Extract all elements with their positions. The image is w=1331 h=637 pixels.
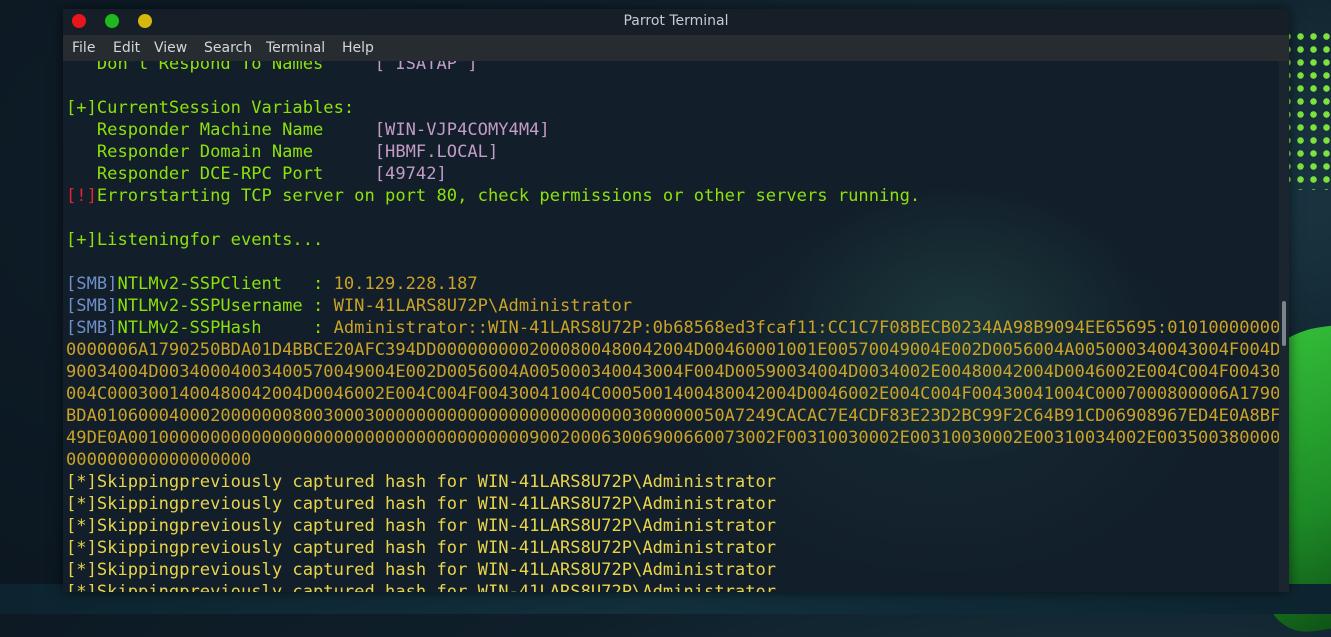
terminal-text-segment: ['ISATAP'] — [374, 61, 478, 74]
terminal-text-segment: 000000000000000000 — [66, 450, 252, 470]
terminal-lines: Don't Respond To Names ['ISATAP'] [+]Cur… — [66, 61, 1279, 592]
terminal-line: [SMB]NTLMv2-SSPUsername : WIN-41LARS8U72… — [66, 295, 1279, 317]
menu-search[interactable]: Search — [204, 40, 252, 56]
terminal-text-segment: Errorstarting TCP server on port 80, che… — [96, 186, 921, 206]
terminal-text-segment: Skippingpreviously captured hash for WIN… — [96, 494, 777, 514]
terminal-text-segment: [SMB] — [66, 274, 118, 294]
terminal-line: Responder Machine Name [WIN-VJP4COMY4M4] — [66, 119, 1279, 141]
terminal-line: Responder DCE-RPC Port [49742] — [66, 163, 1279, 185]
terminal-text-segment: Skippingpreviously captured hash for WIN… — [96, 582, 777, 592]
terminal-line: [*]Skippingpreviously captured hash for … — [66, 559, 1279, 581]
terminal-text-segment: BDA0106000400020000000800300030000000000… — [66, 406, 1279, 426]
terminal-text-segment: 0000006A1790250BDA01D4BBCE20AFC394DD0000… — [66, 340, 1279, 360]
terminal-text-segment: [*] — [66, 582, 97, 592]
terminal-line: [SMB]NTLMv2-SSPClient : 10.129.228.187 — [66, 273, 1279, 295]
terminal-text-segment: [*] — [66, 516, 97, 536]
terminal-line: [*]Skippingpreviously captured hash for … — [66, 515, 1279, 537]
terminal-text-segment: Skippingpreviously captured hash for WIN… — [96, 516, 777, 536]
terminal-text-segment: NTLMv2-SSPClient : — [117, 274, 334, 294]
terminal-line: 90034004D00340004003400570049004E002D005… — [66, 361, 1279, 383]
scrollbar-thumb[interactable] — [1282, 301, 1286, 346]
terminal-text-segment: [+] — [66, 230, 97, 250]
terminal-text-segment: CurrentSession Variables: — [96, 98, 355, 118]
terminal-line: Responder Domain Name [HBMF.LOCAL] — [66, 141, 1279, 163]
terminal-line: [+]Listeningfor events... — [66, 229, 1279, 251]
terminal-window: Parrot Terminal File Edit View Search Te… — [63, 9, 1289, 592]
terminal-text-segment: [HBMF.LOCAL] — [374, 142, 499, 162]
terminal-line: [*]Skippingpreviously captured hash for … — [66, 471, 1279, 493]
menu-terminal[interactable]: Terminal — [266, 40, 325, 56]
terminal-line: BDA0106000400020000000800300030000000000… — [66, 405, 1279, 427]
terminal-text-segment: [WIN-VJP4COMY4M4] — [374, 120, 550, 140]
terminal-text-segment: Administrator::WIN-41LARS8U72P:0b68568ed… — [333, 318, 1279, 338]
terminal-text-segment: Don't Respond To Names — [66, 61, 375, 74]
terminal-line: [+]CurrentSession Variables: — [66, 97, 1279, 119]
terminal-line: 49DE0A0010000000000000000000000000000000… — [66, 427, 1279, 449]
terminal-line: 000000000000000000 — [66, 449, 1279, 471]
terminal-text-segment: [!] — [66, 186, 97, 206]
terminal-text-segment: Responder Domain Name — [66, 142, 375, 162]
terminal-line: [SMB]NTLMv2-SSPHash : Administrator::WIN… — [66, 317, 1279, 339]
title-bar[interactable]: Parrot Terminal — [63, 9, 1289, 35]
terminal-text-segment: [+] — [66, 98, 97, 118]
terminal-text-segment: [*] — [66, 560, 97, 580]
terminal-text-segment: [*] — [66, 472, 97, 492]
terminal-text-segment: [*] — [66, 494, 97, 514]
terminal-text-segment: 004C0003001400480042004D0046002E004C004F… — [66, 384, 1279, 404]
menu-view[interactable]: View — [154, 40, 187, 56]
terminal-text-segment: 10.129.228.187 — [333, 274, 478, 294]
menu-edit[interactable]: Edit — [113, 40, 140, 56]
terminal-text-segment: Skippingpreviously captured hash for WIN… — [96, 472, 777, 492]
terminal-text-segment: NTLMv2-SSPHash : — [117, 318, 334, 338]
terminal-text-segment: Responder DCE-RPC Port — [66, 164, 375, 184]
terminal-text-segment: Responder Machine Name — [66, 120, 375, 140]
terminal-line: [*]Skippingpreviously captured hash for … — [66, 581, 1279, 592]
terminal-text-segment: NTLMv2-SSPUsername : — [117, 296, 334, 316]
terminal-text-segment: 90034004D00340004003400570049004E002D005… — [66, 362, 1279, 382]
terminal-text-segment: Skippingpreviously captured hash for WIN… — [96, 538, 777, 558]
window-title: Parrot Terminal — [623, 13, 729, 29]
terminal-text-segment: Listeningfor events... — [96, 230, 324, 250]
terminal-line: [*]Skippingpreviously captured hash for … — [66, 537, 1279, 559]
terminal-line: [!]Errorstarting TCP server on port 80, … — [66, 185, 1279, 207]
menu-file[interactable]: File — [72, 40, 95, 56]
terminal-text-segment: [*] — [66, 538, 97, 558]
terminal-text-segment: 49DE0A0010000000000000000000000000000000… — [66, 428, 1279, 448]
terminal-line: 004C0003001400480042004D0046002E004C004F… — [66, 383, 1279, 405]
terminal-scrollbar[interactable] — [1279, 61, 1289, 592]
menu-bar: File Edit View Search Terminal Help — [63, 35, 1289, 61]
terminal-line: Don't Respond To Names ['ISATAP'] — [66, 61, 1279, 75]
terminal-text-segment: WIN-41LARS8U72P\Administrator — [333, 296, 633, 316]
terminal-text-segment: [SMB] — [66, 296, 118, 316]
terminal-line: 0000006A1790250BDA01D4BBCE20AFC394DD0000… — [66, 339, 1279, 361]
terminal-line: [*]Skippingpreviously captured hash for … — [66, 493, 1279, 515]
terminal-output[interactable]: Don't Respond To Names ['ISATAP'] [+]Cur… — [63, 61, 1279, 592]
terminal-text-segment: Skippingpreviously captured hash for WIN… — [96, 560, 777, 580]
terminal-text-segment: [SMB] — [66, 318, 118, 338]
terminal-text-segment: [49742] — [374, 164, 447, 184]
menu-help[interactable]: Help — [342, 40, 374, 56]
